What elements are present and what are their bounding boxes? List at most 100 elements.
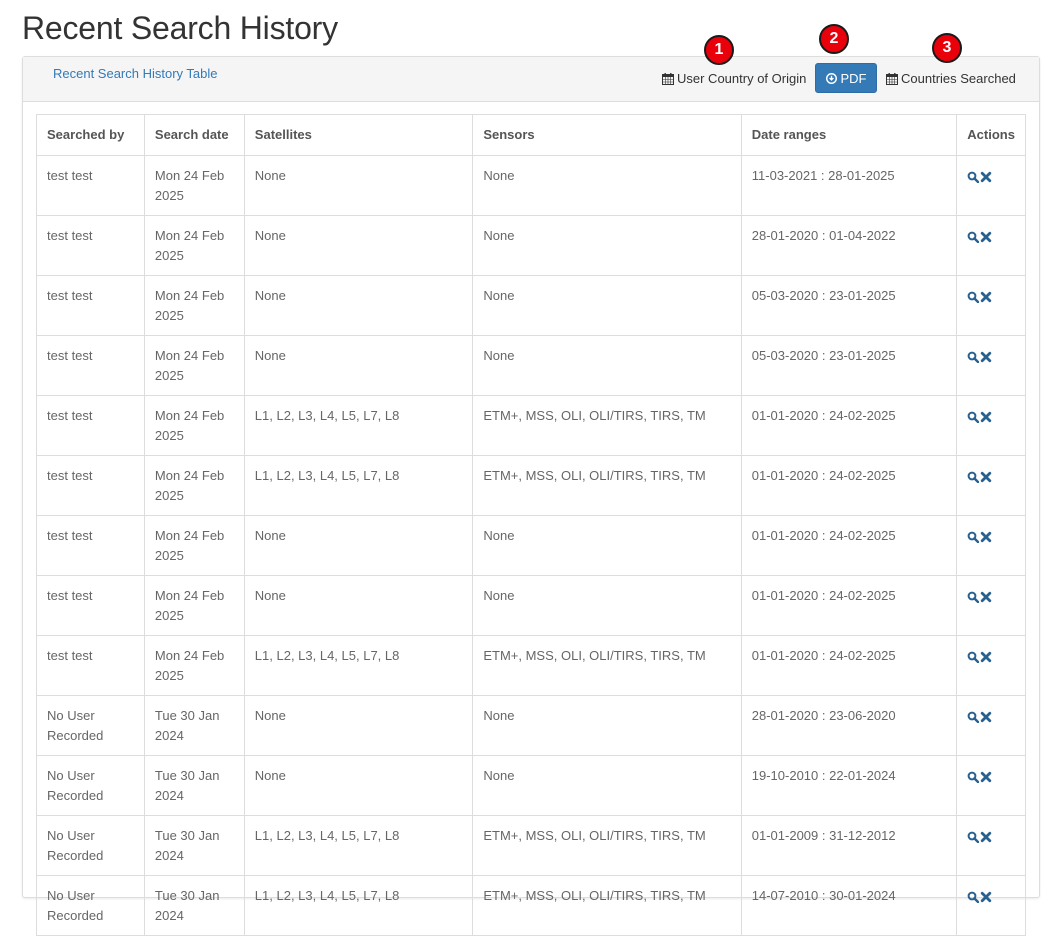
table-row: test test Mon 24 Feb 2025 L1, L2, L3, L4, … bbox=[36, 455, 1026, 516]
remove-icon[interactable] bbox=[980, 411, 992, 423]
remove-icon[interactable] bbox=[980, 291, 992, 303]
user-country-of-origin-button[interactable]: User Country of Origin bbox=[662, 71, 806, 86]
header-search-date[interactable]: Search date bbox=[143, 114, 245, 156]
sensors-cell: None bbox=[472, 155, 742, 216]
user-country-of-origin-label: User Country of Origin bbox=[677, 71, 807, 86]
header-searched-by[interactable]: Searched by bbox=[36, 114, 145, 156]
remove-icon[interactable] bbox=[980, 231, 992, 243]
actions-cell bbox=[956, 155, 1026, 216]
sensors-cell: None bbox=[472, 335, 742, 396]
download-circle-icon bbox=[825, 72, 837, 84]
search-icon[interactable] bbox=[967, 231, 980, 243]
search-date-cell: Mon 24 Feb 2025 bbox=[143, 635, 245, 696]
search-date-cell: Tue 30 Jan 2024 bbox=[143, 755, 245, 816]
annotation-marker-3: 3 bbox=[932, 33, 962, 63]
search-icon[interactable] bbox=[967, 771, 980, 783]
remove-icon[interactable] bbox=[980, 771, 992, 783]
search-icon[interactable] bbox=[967, 651, 980, 663]
satellites-cell: None bbox=[243, 695, 474, 756]
searched-by-cell: No User Recorded bbox=[36, 815, 145, 876]
remove-icon[interactable] bbox=[980, 651, 992, 663]
date-range-cell: 28-01-2020 : 01-04-2022 bbox=[740, 215, 958, 276]
satellites-cell: None bbox=[243, 155, 474, 216]
remove-icon[interactable] bbox=[980, 831, 992, 843]
satellites-cell: L1, L2, L3, L4, L5, L7, L8 bbox=[243, 875, 474, 936]
table-row: test test Mon 24 Feb 2025 None None 05-03-20… bbox=[36, 275, 1026, 336]
history-panel: Recent Search History Table User Country… bbox=[22, 56, 1040, 936]
searched-by-cell: test test bbox=[36, 515, 145, 576]
header-sensors[interactable]: Sensors bbox=[472, 114, 742, 156]
sensors-cell: None bbox=[472, 215, 742, 276]
date-range-cell: 01-01-2009 : 31-12-2012 bbox=[740, 815, 958, 876]
satellites-cell: L1, L2, L3, L4, L5, L7, L8 bbox=[243, 455, 474, 516]
panel-heading: Recent Search History Table User Country… bbox=[23, 57, 1039, 102]
actions-cell bbox=[956, 335, 1026, 396]
search-icon[interactable] bbox=[967, 531, 980, 543]
pdf-button[interactable]: PDF bbox=[815, 63, 877, 93]
search-date-cell: Mon 24 Feb 2025 bbox=[143, 335, 245, 396]
searched-by-cell: test test bbox=[36, 215, 145, 276]
remove-icon[interactable] bbox=[980, 891, 992, 903]
remove-icon[interactable] bbox=[980, 591, 992, 603]
countries-searched-button[interactable]: Countries Searched bbox=[886, 71, 1016, 86]
remove-icon[interactable] bbox=[980, 711, 992, 723]
actions-cell bbox=[956, 875, 1026, 936]
sensors-cell: None bbox=[472, 515, 742, 576]
table-row: test test Mon 24 Feb 2025 L1, L2, L3, L4, … bbox=[36, 395, 1026, 456]
search-icon[interactable] bbox=[967, 351, 980, 363]
annotation-marker-2: 2 bbox=[819, 24, 849, 54]
search-icon[interactable] bbox=[967, 171, 980, 183]
annotation-marker-1: 1 bbox=[704, 35, 734, 65]
sensors-cell: ETM+, MSS, OLI, OLI/TIRS, TIRS, TM bbox=[472, 875, 742, 936]
searched-by-cell: No User Recorded bbox=[36, 755, 145, 816]
search-date-cell: Tue 30 Jan 2024 bbox=[143, 875, 245, 936]
search-icon[interactable] bbox=[967, 711, 980, 723]
countries-searched-label: Countries Searched bbox=[901, 71, 1016, 86]
search-icon[interactable] bbox=[967, 471, 980, 483]
sensors-cell: None bbox=[472, 755, 742, 816]
search-icon[interactable] bbox=[967, 891, 980, 903]
satellites-cell: None bbox=[243, 515, 474, 576]
search-date-cell: Mon 24 Feb 2025 bbox=[143, 275, 245, 336]
table-row: test test Mon 24 Feb 2025 L1, L2, L3, L4, … bbox=[36, 635, 1026, 696]
search-icon[interactable] bbox=[967, 411, 980, 423]
table-row: test test Mon 24 Feb 2025 None None 01-01-20… bbox=[36, 575, 1026, 636]
searched-by-cell: No User Recorded bbox=[36, 875, 145, 936]
searched-by-cell: test test bbox=[36, 335, 145, 396]
table-row: No User Recorded Tue 30 Jan 2024 None None 1… bbox=[36, 755, 1026, 816]
remove-icon[interactable] bbox=[980, 531, 992, 543]
calendar-icon bbox=[662, 72, 674, 85]
date-range-cell: 01-01-2020 : 24-02-2025 bbox=[740, 515, 958, 576]
sensors-cell: None bbox=[472, 575, 742, 636]
search-icon[interactable] bbox=[967, 831, 980, 843]
actions-cell bbox=[956, 575, 1026, 636]
search-history-table: Searched by Search date Satellites Senso… bbox=[36, 114, 1026, 936]
satellites-cell: L1, L2, L3, L4, L5, L7, L8 bbox=[243, 815, 474, 876]
search-icon[interactable] bbox=[967, 591, 980, 603]
tab-recent-search-history-table[interactable]: Recent Search History Table bbox=[53, 66, 218, 81]
actions-cell bbox=[956, 515, 1026, 576]
searched-by-cell: test test bbox=[36, 275, 145, 336]
date-range-cell: 28-01-2020 : 23-06-2020 bbox=[740, 695, 958, 756]
date-range-cell: 01-01-2020 : 24-02-2025 bbox=[740, 395, 958, 456]
sensors-cell: ETM+, MSS, OLI, OLI/TIRS, TIRS, TM bbox=[472, 395, 742, 456]
satellites-cell: None bbox=[243, 335, 474, 396]
header-date-ranges[interactable]: Date ranges bbox=[740, 114, 958, 156]
sensors-cell: ETM+, MSS, OLI, OLI/TIRS, TIRS, TM bbox=[472, 455, 742, 516]
remove-icon[interactable] bbox=[980, 471, 992, 483]
search-date-cell: Mon 24 Feb 2025 bbox=[143, 395, 245, 456]
searched-by-cell: test test bbox=[36, 635, 145, 696]
date-range-cell: 05-03-2020 : 23-01-2025 bbox=[740, 275, 958, 336]
header-satellites[interactable]: Satellites bbox=[243, 114, 474, 156]
date-range-cell: 14-07-2010 : 30-01-2024 bbox=[740, 875, 958, 936]
actions-cell bbox=[956, 635, 1026, 696]
actions-cell bbox=[956, 755, 1026, 816]
date-range-cell: 01-01-2020 : 24-02-2025 bbox=[740, 455, 958, 516]
table-row: test test Mon 24 Feb 2025 None None 11-03-20… bbox=[36, 155, 1026, 216]
date-range-cell: 05-03-2020 : 23-01-2025 bbox=[740, 335, 958, 396]
remove-icon[interactable] bbox=[980, 171, 992, 183]
sensors-cell: ETM+, MSS, OLI, OLI/TIRS, TIRS, TM bbox=[472, 815, 742, 876]
search-icon[interactable] bbox=[967, 291, 980, 303]
header-actions: Actions bbox=[956, 114, 1026, 156]
remove-icon[interactable] bbox=[980, 351, 992, 363]
